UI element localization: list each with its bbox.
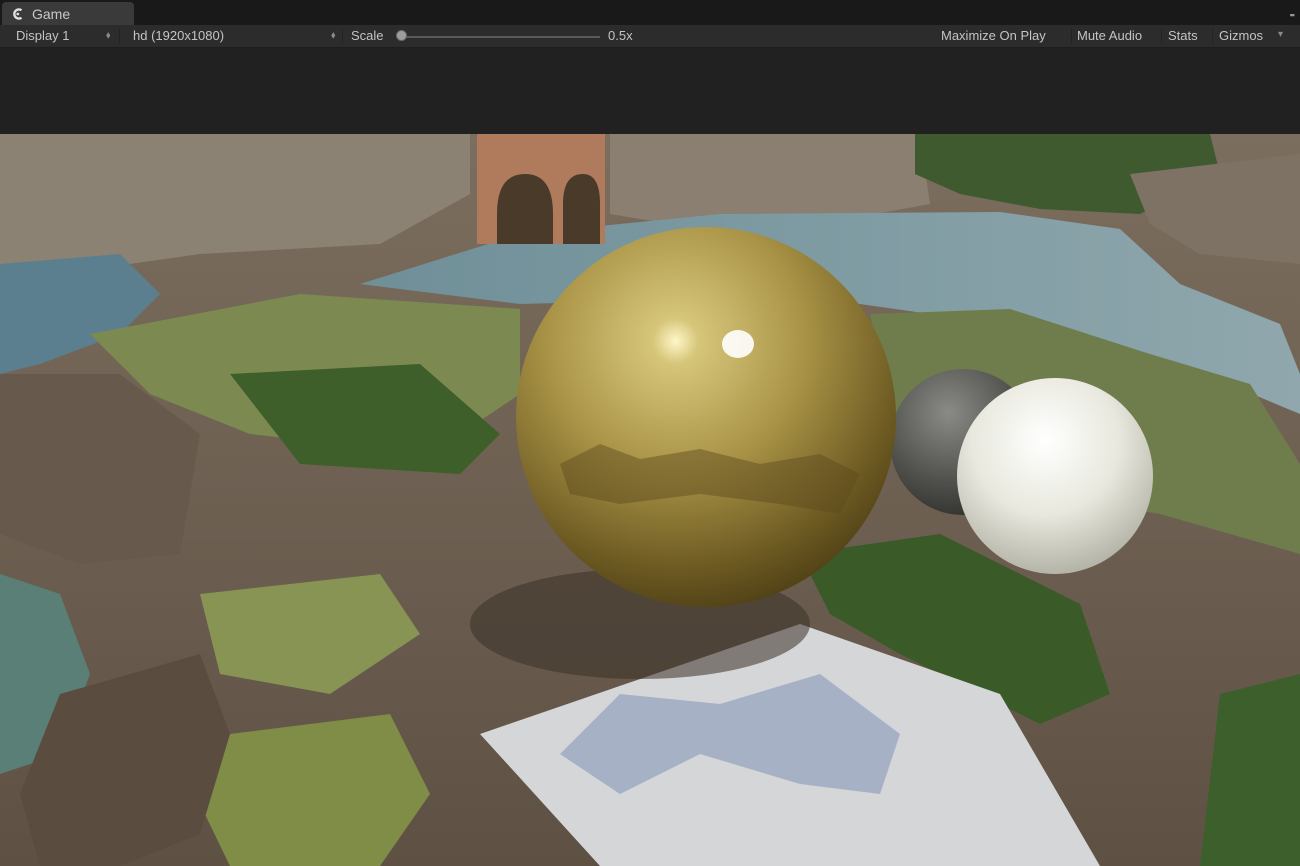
game-toolbar: Display 1 ⬧ hd (1920x1080) ⬧ Scale 0.5x … xyxy=(0,25,1300,48)
resolution-chevron-icon: ⬧ xyxy=(331,30,336,41)
game-viewport[interactable] xyxy=(0,134,1300,866)
maximize-on-play-toggle[interactable]: Maximize On Play xyxy=(941,28,1046,43)
display-chevron-icon: ⬧ xyxy=(106,30,111,41)
scale-value: 0.5x xyxy=(608,28,633,43)
unity-game-icon xyxy=(13,7,23,20)
gold-sphere xyxy=(516,227,896,607)
divider xyxy=(1071,28,1072,44)
scale-label: Scale xyxy=(351,28,384,43)
divider xyxy=(1161,28,1162,44)
resolution-label: hd (1920x1080) xyxy=(133,28,225,43)
tab-title: Game xyxy=(32,5,71,22)
mute-audio-toggle[interactable]: Mute Audio xyxy=(1077,28,1142,43)
divider xyxy=(1212,28,1213,44)
gizmos-chevron-icon[interactable]: ▾ xyxy=(1278,29,1283,40)
divider xyxy=(342,28,343,44)
tab-game[interactable]: Game xyxy=(2,2,134,25)
white-sphere xyxy=(957,378,1153,574)
stats-toggle[interactable]: Stats xyxy=(1168,28,1198,43)
game-scene-render xyxy=(0,134,1300,866)
display-dropdown[interactable]: Display 1 xyxy=(16,28,69,43)
tab-bar: Game ▪▪ xyxy=(0,0,1300,25)
gizmos-dropdown[interactable]: Gizmos xyxy=(1219,28,1263,43)
gizmos-label: Gizmos xyxy=(1219,28,1264,43)
divider xyxy=(119,28,120,44)
scale-slider-track[interactable] xyxy=(402,36,600,38)
display-label: Display 1 xyxy=(16,28,70,43)
resolution-dropdown[interactable]: hd (1920x1080) xyxy=(133,28,224,43)
tab-menu-icon[interactable]: ▪▪ xyxy=(1290,10,1295,20)
letterbox-area xyxy=(0,48,1300,134)
scale-slider-handle[interactable] xyxy=(396,30,407,41)
